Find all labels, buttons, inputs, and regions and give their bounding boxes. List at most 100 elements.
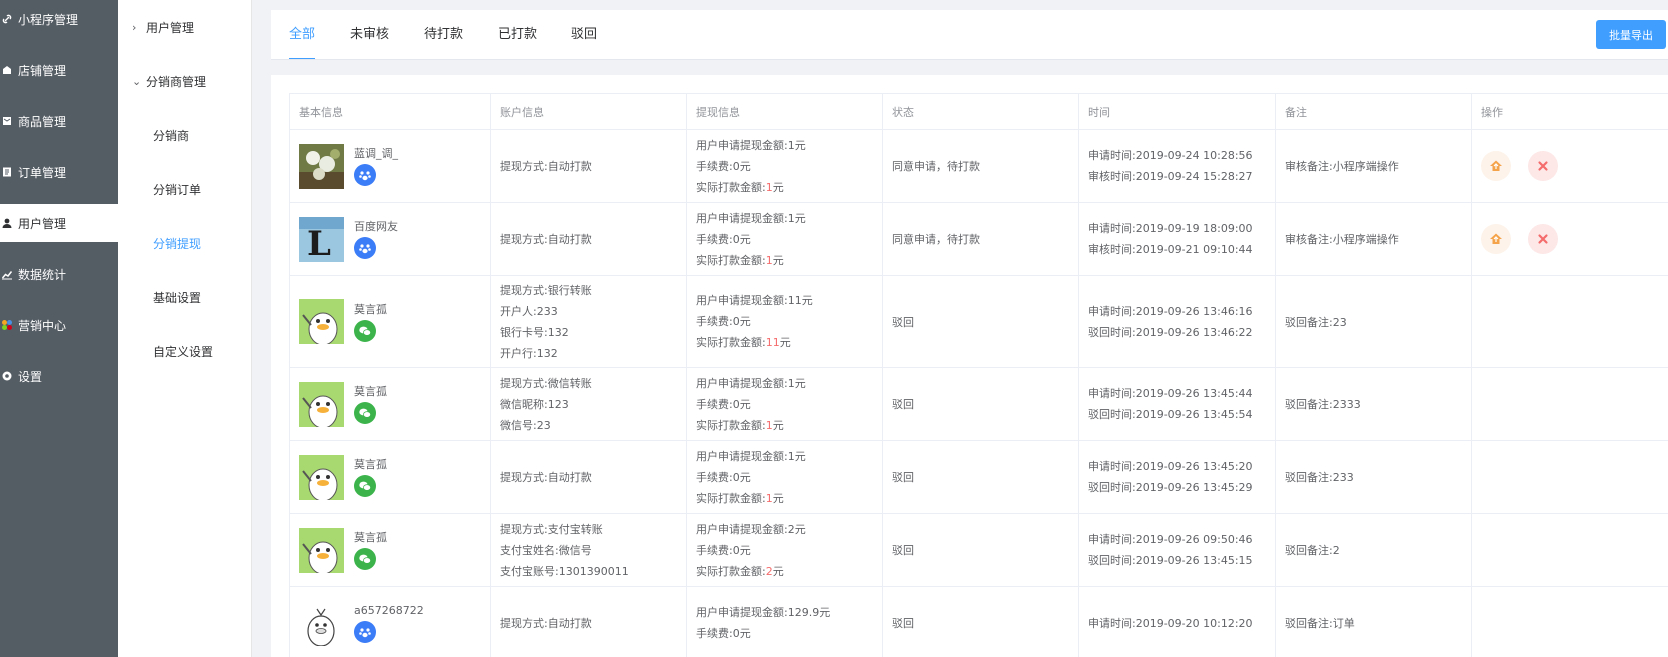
paid-label: 实际打款金额: bbox=[696, 418, 766, 432]
table-row: 蓝调_调_ 提现方式:自动打款 用户申请提现金额:1元 手续费:0元 实际打款金额:1元… bbox=[289, 129, 1668, 203]
submenu-item-custom-settings[interactable]: 自定义设置 bbox=[118, 324, 251, 378]
paid-amount: 实际打款金额:1元 bbox=[696, 415, 882, 436]
table-row: 莫言孤 提现方式:支付宝转账 支付宝姓名:微信号 支付宝账号:1301390011 用户… bbox=[289, 513, 1668, 587]
submenu-item-basic-settings[interactable]: 基础设置 bbox=[118, 270, 251, 324]
cell-actions bbox=[1471, 440, 1668, 514]
chevron-down-icon: ⌄ bbox=[132, 74, 142, 88]
paid-label: 实际打款金额: bbox=[696, 180, 766, 194]
tab-rejected[interactable]: 驳回 bbox=[571, 10, 597, 60]
column-header-actions: 操作 bbox=[1471, 93, 1668, 130]
cell-basic-info: 莫言孤 bbox=[289, 275, 491, 368]
review-time: 驳回时间:2019-09-26 13:45:15 bbox=[1088, 554, 1253, 567]
batch-export-button[interactable]: 批量导出 bbox=[1596, 20, 1666, 49]
review-time: 审核时间:2019-09-24 15:28:27 bbox=[1088, 170, 1253, 183]
submenu-item-withdrawals[interactable]: 分销提现 bbox=[118, 216, 251, 270]
fee: 手续费:0元 bbox=[696, 232, 751, 246]
submenu-item-distributors[interactable]: 分销商 bbox=[118, 108, 251, 162]
cell-withdrawal-info: 用户申请提现金额:2元 手续费:0元 实际打款金额:2元 bbox=[686, 513, 883, 587]
house-upload-icon bbox=[1490, 160, 1502, 171]
apply-amount: 用户申请提现金额:1元 bbox=[696, 376, 806, 390]
paid-value: 1 bbox=[765, 418, 773, 432]
nav-item-chart[interactable]: 数据统计 bbox=[0, 255, 118, 293]
submenu-group-user-management[interactable]: › 用户管理 bbox=[118, 0, 251, 54]
approve-payment-button[interactable] bbox=[1481, 151, 1511, 181]
cell-status: 驳回 bbox=[882, 586, 1079, 657]
cell-basic-info: 莫言孤 bbox=[289, 440, 491, 514]
fee: 手续费:0元 bbox=[696, 543, 751, 557]
cell-account-info: 提现方式:自动打款 bbox=[490, 440, 687, 514]
tab-paid[interactable]: 已打款 bbox=[498, 10, 537, 60]
cell-account-info: 提现方式:自动打款 bbox=[490, 586, 687, 657]
nav-item-link[interactable]: 小程序管理 bbox=[0, 0, 118, 38]
account-line: 提现方式:自动打款 bbox=[500, 159, 592, 173]
fee: 手续费:0元 bbox=[696, 627, 751, 640]
column-header-account-info: 账户信息 bbox=[490, 93, 687, 130]
wechat-icon bbox=[354, 548, 376, 570]
column-header-note: 备注 bbox=[1275, 93, 1472, 130]
cell-time: 申请时间:2019-09-19 18:09:00 审核时间:2019-09-21 … bbox=[1078, 202, 1276, 276]
nav-item-user[interactable]: 用户管理 bbox=[0, 204, 118, 242]
paid-label: 实际打款金额: bbox=[696, 564, 766, 578]
cell-status: 驳回 bbox=[882, 367, 1079, 441]
user-name: 莫言孤 bbox=[354, 302, 387, 316]
reject-button[interactable] bbox=[1528, 151, 1558, 181]
tab-pending-payment[interactable]: 待打款 bbox=[424, 10, 463, 60]
cell-withdrawal-info: 用户申请提现金额:11元 手续费:0元 实际打款金额:11元 bbox=[686, 275, 883, 368]
wechat-icon bbox=[354, 319, 376, 342]
apply-amount: 用户申请提现金额:1元 bbox=[696, 211, 806, 225]
avatar bbox=[299, 454, 344, 500]
cell-account-info: 提现方式:银行转账 开户人:233 银行卡号:132 开户行:132 bbox=[490, 275, 687, 368]
cell-time: 申请时间:2019-09-26 13:45:44 驳回时间:2019-09-26 … bbox=[1078, 367, 1276, 441]
nav-item-label: 订单管理 bbox=[18, 165, 67, 180]
paid-unit: 元 bbox=[772, 253, 784, 267]
nav-item-order[interactable]: 订单管理 bbox=[0, 153, 118, 191]
nav-item-shop[interactable]: 店铺管理 bbox=[0, 51, 118, 89]
apply-time: 申请时间:2019-09-20 10:12:20 bbox=[1088, 616, 1253, 630]
cell-time: 申请时间:2019-09-26 09:50:46 驳回时间:2019-09-26 … bbox=[1078, 513, 1276, 587]
baidu-paw-icon bbox=[354, 621, 376, 643]
cell-time: 申请时间:2019-09-26 13:45:20 驳回时间:2019-09-26 … bbox=[1078, 440, 1276, 514]
apply-time: 申请时间:2019-09-26 09:50:46 bbox=[1088, 533, 1253, 546]
apply-amount: 用户申请提现金额:2元 bbox=[696, 522, 806, 536]
nav-item-gear[interactable]: 设置 bbox=[0, 357, 118, 395]
user-name: 莫言孤 bbox=[354, 458, 387, 471]
cell-note: 驳回备注:2333 bbox=[1275, 367, 1472, 441]
tab-all[interactable]: 全部 bbox=[289, 10, 316, 60]
wechat-icon bbox=[354, 475, 376, 497]
submenu-item-distribution-orders[interactable]: 分销订单 bbox=[118, 162, 251, 216]
user-icon bbox=[0, 216, 14, 230]
account-line: 支付宝姓名:微信号 bbox=[500, 543, 592, 557]
cell-note: 驳回备注:23 bbox=[1275, 275, 1472, 368]
paid-label: 实际打款金额: bbox=[696, 491, 766, 505]
cell-note: 驳回备注:2 bbox=[1275, 513, 1472, 587]
account-line: 银行卡号:132 bbox=[500, 325, 569, 339]
account-line: 提现方式:自动打款 bbox=[500, 616, 592, 630]
close-icon bbox=[1538, 234, 1548, 244]
paid-unit: 元 bbox=[772, 180, 784, 194]
avatar bbox=[299, 527, 344, 573]
cell-status: 同意申请，待打款 bbox=[882, 129, 1079, 203]
tab-unreviewed[interactable]: 未审核 bbox=[350, 10, 389, 60]
cell-account-info: 提现方式:自动打款 bbox=[490, 129, 687, 203]
nav-item-marketing[interactable]: 营销中心 bbox=[0, 306, 118, 344]
fee: 手续费:0元 bbox=[696, 397, 751, 411]
avatar bbox=[299, 143, 344, 189]
user-name: 莫言孤 bbox=[354, 531, 387, 544]
apply-amount: 用户申请提现金额:129.9元 bbox=[696, 606, 831, 619]
approve-payment-button[interactable] bbox=[1481, 224, 1511, 254]
cell-status: 同意申请，待打款 bbox=[882, 202, 1079, 276]
cell-actions bbox=[1471, 367, 1668, 441]
nav-item-label: 数据统计 bbox=[18, 267, 67, 282]
reject-button[interactable] bbox=[1528, 224, 1558, 254]
account-line: 提现方式:银行转账 bbox=[500, 283, 592, 297]
fee: 手续费:0元 bbox=[696, 470, 751, 484]
cell-withdrawal-info: 用户申请提现金额:1元 手续费:0元 实际打款金额:1元 bbox=[686, 440, 883, 514]
submenu-group-distributor-management[interactable]: ⌄ 分销商管理 bbox=[118, 54, 251, 108]
cell-time: 申请时间:2019-09-26 13:46:16 驳回时间:2019-09-26 … bbox=[1078, 275, 1276, 368]
close-icon bbox=[1538, 161, 1548, 171]
avatar bbox=[299, 600, 344, 646]
nav-item-goods[interactable]: 商品管理 bbox=[0, 102, 118, 140]
marketing-icon bbox=[0, 318, 14, 332]
withdrawal-table: 基本信息 账户信息 提现信息 状态 时间 备注 操作 蓝调_调_ 提现方式:自动打… bbox=[289, 93, 1668, 657]
paid-value: 2 bbox=[765, 564, 773, 578]
